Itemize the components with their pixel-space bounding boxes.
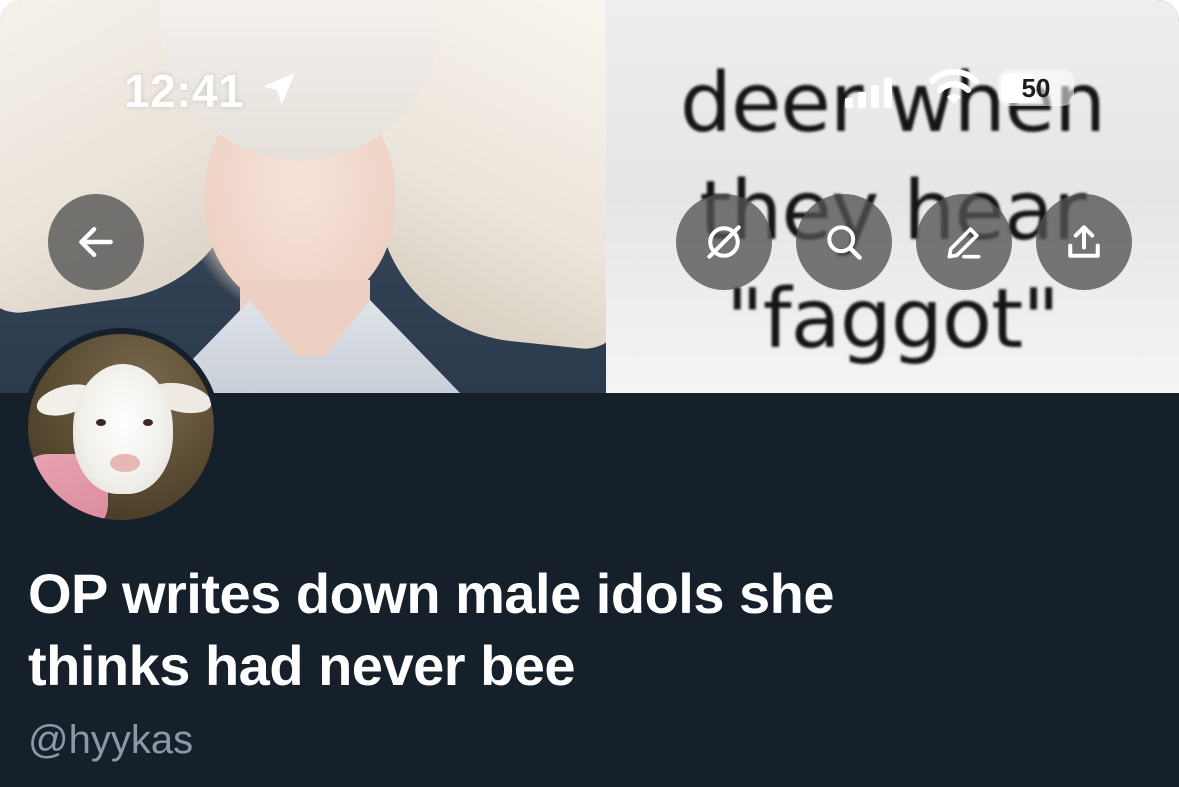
status-time: 12:41 [124, 65, 245, 117]
edit-pencil-icon [947, 227, 981, 259]
edit-list-button[interactable] [916, 194, 1012, 290]
list-header-screen: deer when they hear "faggot" 12:41 50 [0, 0, 1179, 787]
avatar-image [28, 334, 214, 520]
hide-replies-button[interactable] [676, 194, 772, 290]
owner-handle[interactable]: @hyykas [28, 718, 193, 763]
list-title: OP writes down male idols she thinks had… [28, 562, 835, 697]
cellular-signal-icon [845, 78, 892, 108]
battery-icon: 50 [998, 70, 1074, 106]
battery-percent: 50 [1021, 72, 1051, 103]
share-button[interactable] [1036, 194, 1132, 290]
avatar[interactable] [22, 328, 220, 526]
back-arrow-icon [79, 226, 113, 258]
search-icon [827, 225, 862, 260]
back-button[interactable] [48, 194, 144, 290]
wifi-icon [929, 68, 979, 104]
search-button[interactable] [796, 194, 892, 290]
share-icon [1068, 225, 1100, 258]
status-bar: 12:41 50 [0, 0, 1179, 130]
location-arrow-icon [263, 73, 295, 105]
slashed-circle-icon [707, 225, 741, 259]
